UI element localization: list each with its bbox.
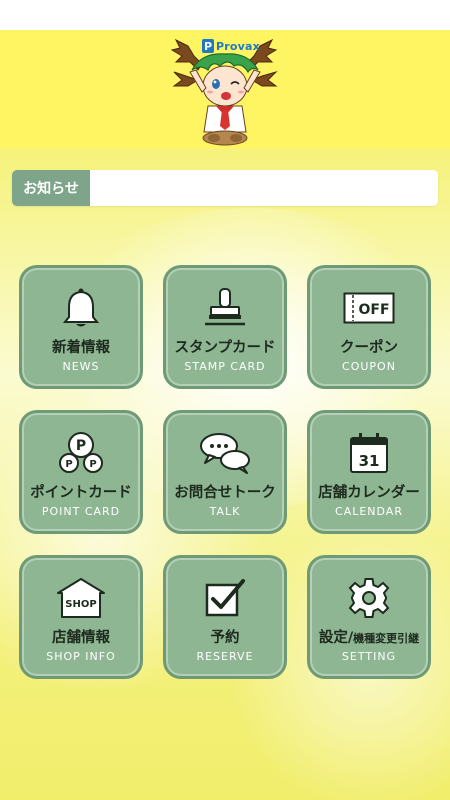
- notice-bar[interactable]: お知らせ: [12, 170, 438, 206]
- menu-reserve-sublabel: RESERVE: [196, 650, 254, 663]
- menu-shop-info-button[interactable]: SHOP 店舗情報 SHOP INFO: [19, 555, 143, 679]
- bell-icon: [62, 288, 100, 327]
- menu-reserve-label: 予約: [210, 630, 240, 646]
- chat-bubbles-icon: [200, 433, 250, 474]
- menu-news-button[interactable]: 新着情報 NEWS: [19, 265, 143, 389]
- logo-text: Provax: [216, 39, 260, 53]
- menu-talk-button[interactable]: お問合せトーク TALK: [163, 410, 287, 534]
- notice-content: [90, 170, 438, 206]
- point-coin-text: P: [76, 438, 86, 454]
- menu-point-card-button[interactable]: P P P ポイントカード POINT CARD: [19, 410, 143, 534]
- status-bar: [0, 0, 450, 30]
- point-coin-text-3: P: [89, 459, 96, 470]
- shop-icon: SHOP: [57, 578, 105, 618]
- menu-setting-sublabel: SETTING: [341, 650, 397, 663]
- calendar-icon: 31: [350, 433, 388, 473]
- menu-stamp-card-sublabel: STAMP CARD: [184, 360, 266, 373]
- menu-stamp-card-button[interactable]: スタンプカード STAMP CARD: [163, 265, 287, 389]
- menu-talk-sublabel: TALK: [209, 505, 241, 518]
- coupon-icon: OFF: [343, 292, 395, 324]
- menu-setting-button[interactable]: 設定/機種変更引継 SETTING: [307, 555, 431, 679]
- logo-mark: P: [202, 39, 214, 53]
- menu-point-card-label: ポイントカード: [30, 485, 132, 501]
- menu-reserve-button[interactable]: 予約 RESERVE: [163, 555, 287, 679]
- checkbox-icon: [205, 579, 245, 617]
- menu-setting-label-sub: 機種変更引継: [353, 632, 420, 645]
- shop-icon-text: SHOP: [65, 599, 96, 610]
- menu-talk-label: お問合せトーク: [174, 485, 276, 501]
- point-coin-text-2: P: [65, 459, 72, 470]
- menu-coupon-label: クーポン: [340, 340, 398, 356]
- menu-shop-info-label: 店舗情報: [52, 630, 110, 646]
- menu-setting-label-main: 設定/: [318, 630, 354, 646]
- menu-point-card-sublabel: POINT CARD: [41, 505, 121, 518]
- menu-news-sublabel: NEWS: [62, 360, 100, 373]
- menu-calendar-button[interactable]: 31 店舗カレンダー CALENDAR: [307, 410, 431, 534]
- menu-setting-label: 設定/機種変更引継: [310, 626, 428, 647]
- menu-shop-info-sublabel: SHOP INFO: [46, 650, 116, 663]
- provax-logo: P Provax: [202, 38, 260, 54]
- gear-icon: [348, 578, 390, 618]
- point-coins-icon: P P P: [59, 432, 103, 473]
- stamp-icon: [205, 288, 245, 326]
- coupon-icon-text: OFF: [358, 302, 389, 318]
- menu-coupon-button[interactable]: OFF クーポン COUPON: [307, 265, 431, 389]
- notice-label: お知らせ: [12, 170, 90, 206]
- menu-news-label: 新着情報: [52, 340, 110, 356]
- calendar-icon-text: 31: [359, 452, 380, 470]
- menu-calendar-label: 店舗カレンダー: [318, 485, 420, 501]
- menu-coupon-sublabel: COUPON: [342, 360, 396, 373]
- menu-calendar-sublabel: CALENDAR: [335, 505, 403, 518]
- menu-stamp-card-label: スタンプカード: [174, 340, 276, 356]
